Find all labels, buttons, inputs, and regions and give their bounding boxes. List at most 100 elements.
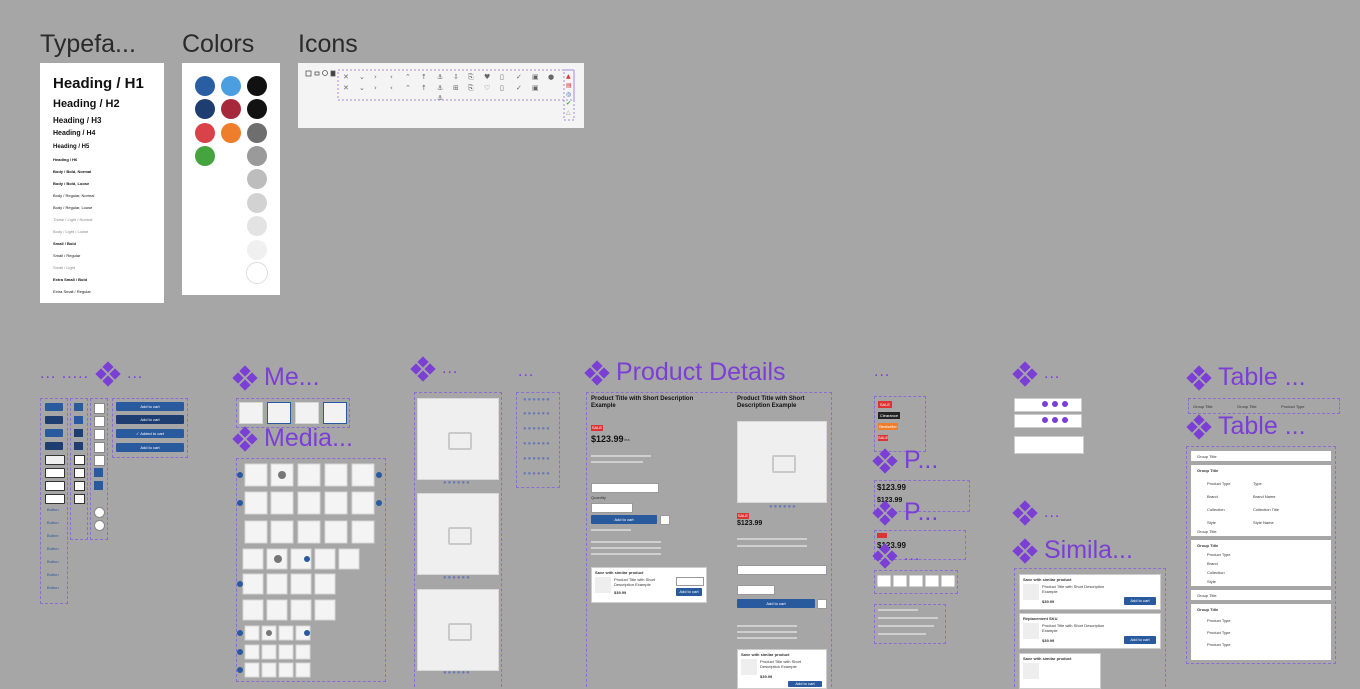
icon-button[interactable] — [74, 403, 83, 411]
media-thumbnail[interactable] — [267, 402, 291, 424]
dots-row[interactable]: ●●●●●● — [523, 397, 551, 403]
accordion-table[interactable]: Group Title Group Title Product Type Typ… — [1186, 446, 1336, 664]
empty-field[interactable] — [1014, 436, 1084, 454]
color-swatch[interactable] — [247, 216, 267, 236]
color-swatch[interactable] — [247, 193, 267, 213]
heart-buttons[interactable] — [90, 398, 108, 540]
similar-products-frame[interactable]: Save with similar product Product Title … — [1014, 568, 1166, 689]
accordion-row[interactable]: Group Title — [1191, 451, 1331, 461]
video-thumbnail[interactable] — [295, 402, 319, 424]
icon-button[interactable] — [74, 416, 83, 424]
component-title-carousel[interactable]: ... — [410, 356, 458, 382]
variant-select[interactable] — [591, 483, 659, 493]
color-swatch[interactable] — [221, 123, 241, 143]
color-swatch[interactable] — [195, 99, 215, 119]
add-to-cart-button[interactable]: Add to cart — [591, 515, 657, 524]
badges-frame[interactable]: SALE Clearance Bestseller SALE — [874, 396, 926, 452]
button[interactable] — [45, 442, 63, 450]
dots-row[interactable]: ●●●●●● — [523, 411, 551, 417]
accordion-row[interactable]: Group Title — [1191, 526, 1331, 536]
carousel-dots[interactable]: ●●●●●● — [443, 480, 471, 486]
heart-icon[interactable] — [94, 455, 105, 466]
pagination-dots[interactable]: ●●●●●● ●●●●●● ●●●●●● ●●●●●● ●●●●●● ●●●●●… — [516, 392, 560, 488]
color-swatch[interactable] — [246, 262, 268, 284]
button-link[interactable]: Button — [47, 533, 59, 538]
add-to-cart-button[interactable]: Add to cart — [116, 402, 184, 411]
radio-icon[interactable] — [94, 507, 105, 518]
color-swatch[interactable] — [247, 123, 267, 143]
quantity-stepper[interactable] — [591, 503, 633, 513]
frame-title-typeface[interactable]: Typefa... — [40, 30, 136, 59]
similar-product-card[interactable]: Save with similar product Product Title … — [1019, 574, 1161, 610]
carousel[interactable]: ●●●●●● ●●●●●● ●●●●●● — [414, 392, 502, 687]
button-link[interactable]: Button — [47, 520, 59, 525]
qty-steppers[interactable] — [1014, 392, 1082, 430]
quantity-stepper[interactable] — [1014, 414, 1082, 428]
quantity-stepper[interactable] — [676, 577, 704, 586]
product-details-frame[interactable]: Product Title with Short Description Exa… — [586, 392, 832, 689]
button[interactable] — [45, 468, 65, 478]
component-title-similar[interactable]: Simila... — [1012, 536, 1133, 565]
component-title-stepper[interactable]: ... — [1012, 500, 1060, 526]
video-thumbnail[interactable] — [323, 402, 347, 424]
add-to-cart-button[interactable]: Add to cart — [788, 681, 822, 687]
add-to-cart-button[interactable]: Add to cart — [676, 588, 702, 596]
icon-button[interactable] — [74, 455, 85, 465]
color-swatch[interactable] — [221, 76, 241, 96]
heart-icon[interactable] — [94, 481, 103, 490]
carousel-dots[interactable]: ●●●●●● — [769, 504, 797, 510]
button[interactable] — [45, 429, 63, 437]
heart-icon[interactable] — [94, 468, 103, 477]
color-swatch[interactable] — [247, 169, 267, 189]
radio-icon[interactable] — [94, 520, 105, 531]
frame-title-colors[interactable]: Colors — [182, 30, 254, 59]
component-title-badges[interactable]: ... — [874, 363, 890, 381]
buttons-variants[interactable]: Button Button Button Button Button Butto… — [40, 398, 68, 604]
component-title-product-details[interactable]: Product Details — [584, 358, 786, 387]
color-swatch[interactable] — [221, 99, 241, 119]
replacement-card[interactable]: Replacement SKU Product Title with Short… — [1019, 613, 1161, 649]
component-title-buttons[interactable]: ... ..... ... — [40, 361, 143, 387]
button-link[interactable]: Button — [47, 559, 59, 564]
variant-select[interactable] — [737, 565, 827, 575]
similar-product-card[interactable]: Save with similar product Product Title … — [737, 649, 827, 689]
frame-title-icons[interactable]: Icons — [298, 30, 358, 59]
heart-icon[interactable] — [817, 599, 827, 609]
button[interactable] — [45, 481, 65, 491]
dots-row[interactable]: ●●●●●● — [523, 441, 551, 447]
button[interactable] — [45, 416, 63, 424]
media-gallery[interactable] — [236, 458, 386, 682]
accordion-expanded[interactable]: Group Title Product Type Product Type Pr… — [1191, 604, 1331, 660]
quantity-stepper[interactable] — [1014, 398, 1082, 412]
carousel-dots[interactable]: ●●●●●● — [443, 575, 471, 581]
icon-buttons[interactable] — [70, 398, 88, 540]
add-to-cart-buttons[interactable]: Add to cart Add to cart ✓ Added to cart … — [112, 398, 188, 458]
quantity-stepper[interactable] — [737, 585, 775, 595]
accordion-row[interactable]: Group Title — [1191, 590, 1331, 600]
color-swatch[interactable] — [247, 99, 267, 119]
component-title-table-expanded[interactable]: Table ... — [1186, 412, 1306, 441]
button[interactable] — [45, 494, 65, 504]
component-title-media[interactable]: Me... — [232, 363, 320, 392]
heart-icon[interactable] — [94, 403, 105, 414]
add-to-cart-button[interactable]: Add to cart — [116, 415, 184, 424]
heart-icon[interactable] — [94, 429, 105, 440]
button-link[interactable]: Button — [47, 507, 59, 512]
similar-product-card[interactable]: Save with similar product Product Title … — [591, 567, 707, 603]
add-to-cart-button[interactable]: Add to cart — [1124, 636, 1156, 644]
heart-icon[interactable] — [660, 515, 670, 525]
add-to-cart-button[interactable]: Add to cart — [1124, 597, 1156, 605]
icon-button[interactable] — [74, 481, 85, 491]
icon-button[interactable] — [74, 429, 83, 437]
added-to-cart-button[interactable]: ✓ Added to cart — [116, 429, 184, 438]
accordion-expanded[interactable]: Group Title Product Type Brand Collectio… — [1191, 540, 1331, 586]
add-to-cart-button[interactable]: Add to cart — [116, 443, 184, 452]
size-chips[interactable] — [874, 570, 958, 594]
add-to-cart-button[interactable]: Add to cart — [737, 599, 815, 608]
button-link[interactable]: Button — [47, 546, 59, 551]
heart-icon[interactable] — [94, 442, 105, 453]
icon-button[interactable] — [74, 468, 85, 478]
color-swatch[interactable] — [195, 76, 215, 96]
component-title-table[interactable]: Table ... — [1186, 363, 1306, 392]
dots-row[interactable]: ●●●●●● — [523, 426, 551, 432]
